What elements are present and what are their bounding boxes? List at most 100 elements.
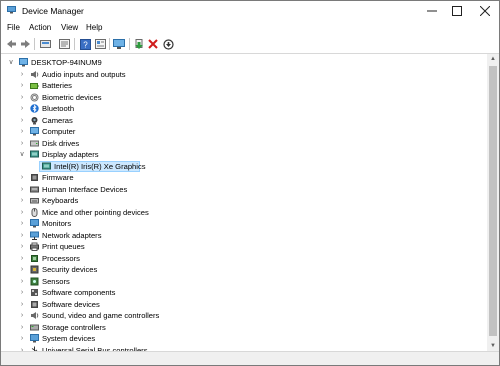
tree-category-row[interactable]: ∨ Display adapters — [1, 149, 487, 160]
tree-category-label: Batteries — [42, 81, 72, 90]
expand-chevron-icon[interactable]: › — [18, 230, 26, 241]
tree-category-label: Security devices — [42, 265, 98, 274]
tree-category-row[interactable]: › Software components — [1, 287, 487, 298]
download-icon — [162, 38, 174, 50]
toolbar-separator — [74, 38, 75, 50]
details-button[interactable] — [94, 38, 106, 50]
update-driver-button[interactable] — [133, 38, 145, 50]
tree-category-row[interactable]: › Biometric devices — [1, 92, 487, 103]
tree-category-label: Sound, video and game controllers — [42, 311, 160, 320]
expand-chevron-icon[interactable]: › — [18, 241, 26, 252]
expand-chevron-icon[interactable]: › — [18, 333, 26, 344]
tree-category-label: Storage controllers — [42, 322, 106, 332]
expand-chevron-icon[interactable]: › — [18, 287, 26, 298]
scroll-down-arrow-icon[interactable]: ▼ — [487, 341, 499, 351]
tree-category-row[interactable]: › Network adapters — [1, 230, 487, 241]
expand-chevron-icon[interactable]: › — [18, 322, 26, 333]
expand-chevron-icon[interactable]: › — [18, 207, 26, 218]
tree-root-row[interactable]: ∨ DESKTOP-94INUM9 — [1, 57, 487, 68]
toolbar-separator — [109, 38, 110, 50]
scan-hardware-button[interactable] — [113, 38, 125, 50]
menu-view[interactable]: View — [61, 23, 78, 32]
tree-category-row[interactable]: › Computer — [1, 126, 487, 137]
tree-category-label: Print queues — [42, 242, 85, 251]
tree-category-row[interactable]: › Batteries — [1, 80, 487, 91]
help-button[interactable]: ? — [79, 38, 91, 50]
tree-device-row[interactable]: Intel(R) Iris(R) Xe Graphics — [1, 160, 487, 172]
tree-category-row[interactable]: › Bluetooth — [1, 103, 487, 114]
vertical-scrollbar[interactable]: ▲ ▼ — [487, 54, 499, 351]
device-tree: ∨ DESKTOP-94INUM9 › Audio inputs and outp… — [1, 54, 487, 351]
menu-action[interactable]: Action — [29, 23, 51, 32]
expand-chevron-icon[interactable]: › — [18, 299, 26, 310]
properties-button[interactable] — [58, 38, 70, 50]
title-bar: Device Manager — [1, 1, 499, 21]
scrollbar-thumb[interactable] — [489, 66, 497, 336]
toolbar: ? — [1, 35, 499, 54]
tree-category-row[interactable]: › Firmware — [1, 172, 487, 183]
tree-category-row[interactable]: › Cameras — [1, 115, 487, 126]
computer-monitor-icon — [113, 38, 125, 49]
tree-category-row[interactable]: › Human Interface Devices — [1, 184, 487, 195]
expand-chevron-icon[interactable]: › — [18, 92, 26, 103]
close-icon — [480, 6, 490, 16]
tree-category-row[interactable]: › Disk drives — [1, 138, 487, 149]
uninstall-button[interactable] — [147, 38, 159, 50]
device-manager-app-icon — [7, 6, 16, 14]
collapse-chevron-icon[interactable]: ∨ — [7, 57, 15, 68]
tree-category-row[interactable]: › Software devices — [1, 299, 487, 310]
collapse-chevron-icon[interactable]: ∨ — [18, 149, 26, 160]
disable-device-button[interactable] — [162, 38, 174, 50]
tree-category-label: Bluetooth — [42, 104, 75, 113]
expand-chevron-icon[interactable]: › — [18, 115, 26, 126]
tree-category-label: Computer — [42, 127, 76, 136]
expand-chevron-icon[interactable]: › — [18, 138, 26, 149]
tree-category-row[interactable]: › Keyboards — [1, 195, 487, 206]
close-button[interactable] — [464, 1, 499, 21]
expand-chevron-icon[interactable]: › — [18, 80, 26, 91]
speaker-icon — [31, 70, 39, 78]
firmware-icon — [31, 174, 38, 181]
tree-root-label: DESKTOP-94INUM9 — [31, 58, 102, 67]
expand-chevron-icon[interactable]: › — [18, 253, 26, 264]
tree-category-row[interactable]: › Sensors — [1, 276, 487, 287]
tree-category-row[interactable]: › System devices — [1, 333, 487, 344]
tree-category-row[interactable]: › Print queues — [1, 241, 487, 252]
expand-chevron-icon[interactable]: › — [18, 126, 26, 137]
expand-chevron-icon[interactable]: › — [18, 264, 26, 275]
tree-category-label: Sensors — [42, 276, 70, 286]
tree-category-row[interactable]: › Audio inputs and outputs — [1, 69, 487, 80]
tree-category-row[interactable]: › Security devices — [1, 264, 487, 275]
show-hidden-button[interactable] — [39, 38, 51, 50]
tree-category-row[interactable]: › Mice and other pointing devices — [1, 207, 487, 218]
expand-chevron-icon[interactable]: › — [18, 218, 26, 229]
tree-category-label: Monitors — [42, 219, 72, 228]
storage-controller-icon — [30, 324, 39, 330]
forward-button[interactable] — [19, 38, 31, 50]
help-icon: ? — [79, 38, 91, 50]
menu-help[interactable]: Help — [86, 23, 102, 32]
expand-chevron-icon[interactable]: › — [18, 310, 26, 321]
expand-chevron-icon[interactable]: › — [18, 276, 26, 287]
sensor-icon — [30, 277, 39, 285]
tree-category-row[interactable]: › Monitors — [1, 218, 487, 229]
tree-category-label: Network adapters — [42, 230, 102, 240]
expand-chevron-icon[interactable]: › — [18, 69, 26, 80]
tree-category-label: Display adapters — [42, 150, 99, 159]
back-button[interactable] — [5, 38, 17, 50]
tree-category-label: Cameras — [42, 115, 73, 125]
expand-chevron-icon[interactable]: › — [18, 195, 26, 206]
expand-chevron-icon[interactable]: › — [18, 184, 26, 195]
tree-category-row[interactable]: › Sound, video and game controllers — [1, 310, 487, 321]
mouse-icon — [31, 207, 38, 217]
tree-category-label: Audio inputs and outputs — [42, 69, 126, 79]
update-driver-icon — [134, 38, 143, 49]
expand-chevron-icon[interactable]: › — [18, 103, 26, 114]
monitor-icon — [30, 219, 39, 228]
tree-category-row[interactable]: › Storage controllers — [1, 322, 487, 333]
scroll-up-arrow-icon[interactable]: ▲ — [487, 54, 499, 64]
expand-chevron-icon[interactable]: › — [18, 172, 26, 183]
menu-file[interactable]: File — [7, 23, 20, 32]
tree-category-row[interactable]: › Processors — [1, 253, 487, 264]
tree-category-label: Software components — [42, 288, 116, 297]
